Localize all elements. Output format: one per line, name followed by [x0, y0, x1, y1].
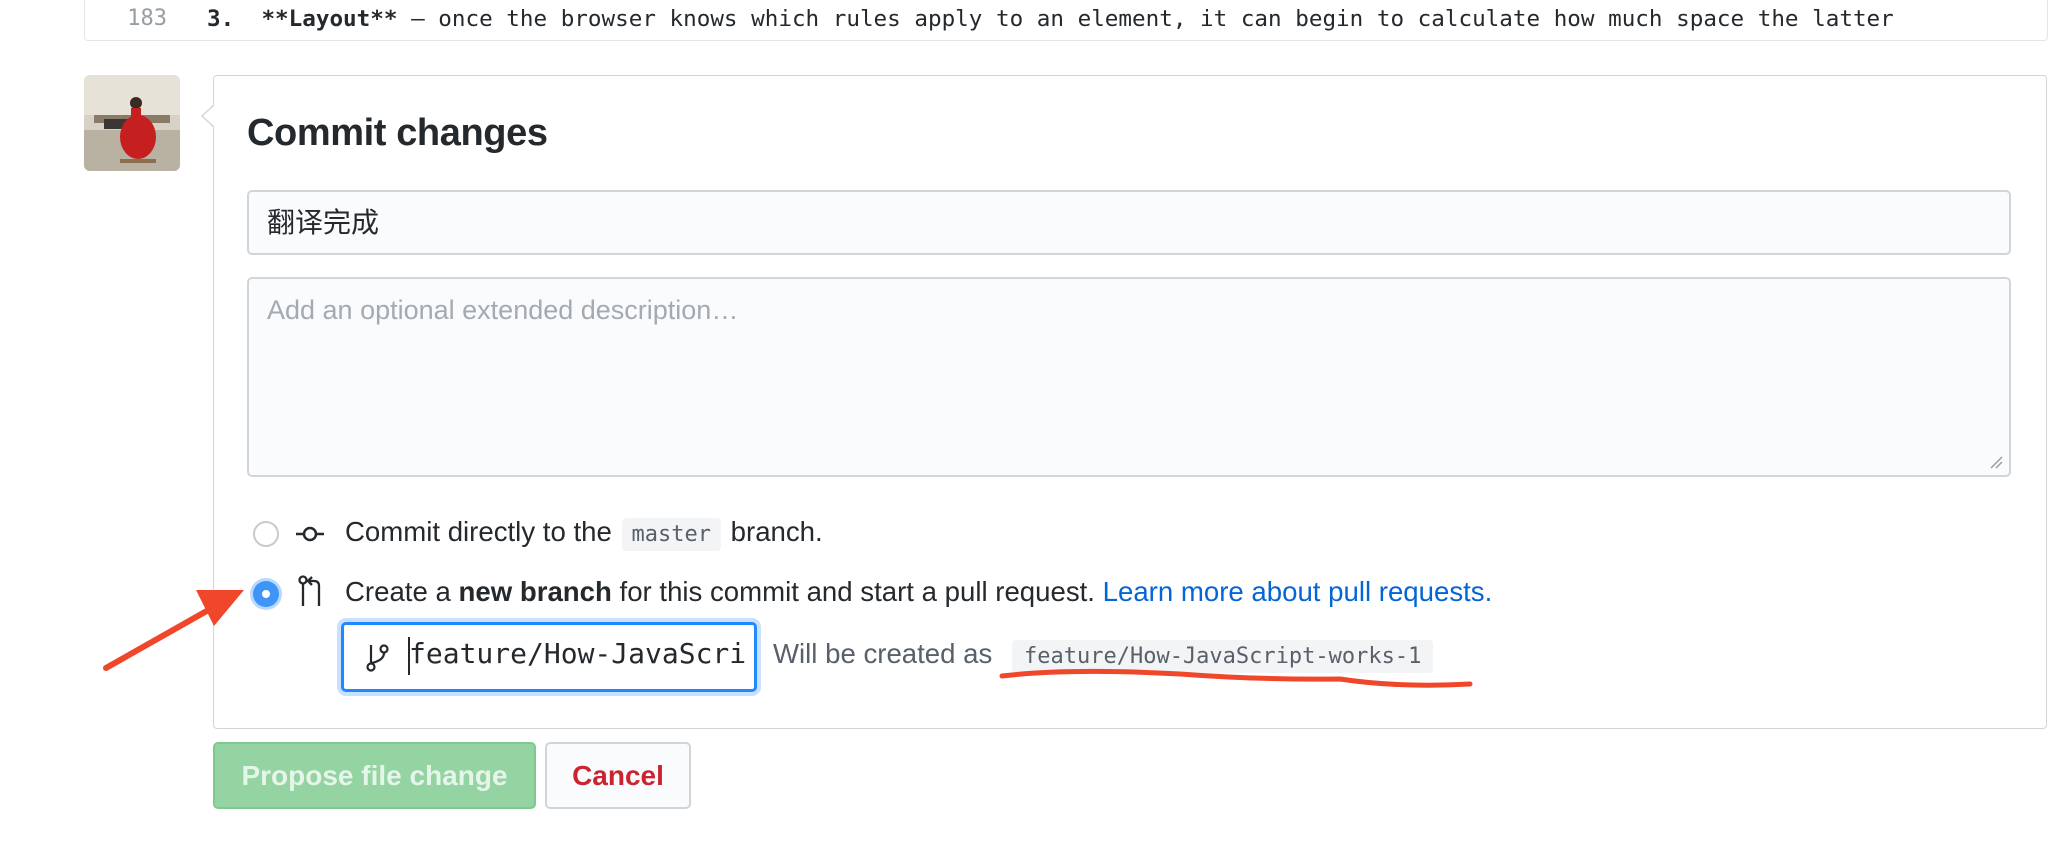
- code-marker: 3.: [207, 6, 235, 32]
- commit-description-textarea[interactable]: Add an optional extended description…: [247, 277, 2011, 477]
- commit-direct-suffix: branch.: [730, 516, 823, 547]
- propose-file-change-button[interactable]: Propose file change: [213, 742, 536, 809]
- commit-direct-text: Commit directly to the: [345, 516, 612, 547]
- commit-title: Commit changes: [247, 112, 548, 154]
- box-pointer-fill: [203, 105, 215, 127]
- new-branch-label: Create a new branch for this commit and …: [345, 576, 1492, 608]
- code-bold-text: **Layout**: [261, 6, 398, 32]
- commit-direct-radio[interactable]: [253, 521, 279, 547]
- will-be-created-label: Will be created as: [773, 638, 993, 669]
- new-branch-suffix: for this commit and start a pull request…: [619, 576, 1095, 607]
- git-commit-icon: [296, 526, 324, 542]
- diff-code-line: 183 3. **Layout** — once the browser kno…: [84, 0, 2048, 41]
- git-pull-request-icon: [298, 575, 321, 606]
- avatar[interactable]: [84, 75, 180, 171]
- resize-handle-icon[interactable]: [1989, 455, 2003, 469]
- line-number: 183: [127, 6, 167, 31]
- text-cursor: [408, 637, 410, 675]
- cancel-button[interactable]: Cancel: [545, 742, 691, 809]
- new-branch-bold: new branch: [458, 576, 612, 607]
- master-branch-pill: master: [621, 518, 721, 551]
- new-branch-radio[interactable]: [253, 581, 279, 607]
- commit-summary-input[interactable]: 翻译完成: [247, 190, 2011, 255]
- learn-more-link[interactable]: Learn more about pull requests.: [1103, 576, 1493, 607]
- git-branch-icon: [366, 644, 389, 672]
- new-branch-text: Create a: [345, 576, 451, 607]
- branch-name-value: feature/How-JavaScri: [409, 637, 747, 670]
- description-placeholder: Add an optional extended description…: [267, 295, 739, 325]
- branch-name-input[interactable]: feature/How-JavaScri: [341, 622, 757, 692]
- new-branch-name-pill: feature/How-JavaScript-works-1: [1012, 640, 1434, 673]
- code-rest-text: — once the browser knows which rules app…: [397, 6, 1894, 32]
- commit-direct-label: Commit directly to the master branch.: [345, 516, 823, 551]
- code-text: 3. **Layout** — once the browser knows w…: [207, 6, 1894, 32]
